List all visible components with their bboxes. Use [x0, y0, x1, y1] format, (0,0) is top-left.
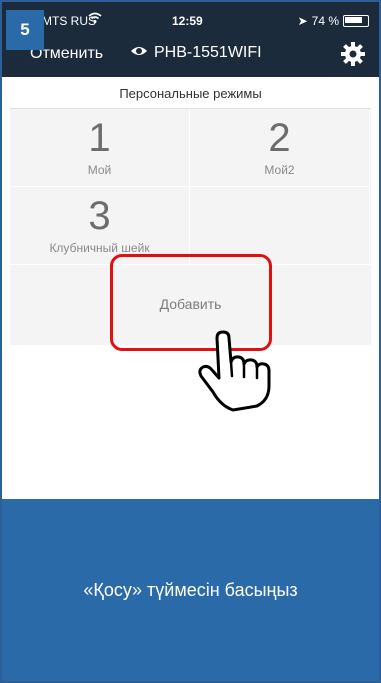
instruction-text: «Қосу» түймесін басыңыз — [83, 579, 298, 600]
app-header: MTS RUS 12:59 ➤ 74 % Отменить PHB-1551WI… — [2, 2, 379, 77]
mode-tile[interactable]: 1 Мой — [10, 109, 190, 187]
device-selector[interactable]: PHB-1551WIFI — [130, 44, 262, 62]
battery-status: ➤ 74 % — [298, 14, 369, 28]
mode-name: Мой — [87, 163, 112, 177]
mode-number: 2 — [268, 116, 291, 160]
battery-icon — [343, 15, 369, 27]
section-title: Персональные режимы — [10, 78, 371, 109]
battery-label: 74 % — [311, 14, 339, 28]
mode-tile[interactable]: 2 Мой2 — [190, 109, 370, 187]
step-badge: 5 — [6, 10, 44, 50]
instruction-banner: «Қосу» түймесін басыңыз — [2, 499, 379, 681]
eye-icon — [130, 44, 148, 62]
mode-number: 1 — [88, 116, 111, 160]
mode-name: Клубничный шейк — [49, 241, 150, 255]
location-arrow-icon: ➤ — [297, 14, 308, 28]
gear-icon[interactable] — [340, 41, 366, 67]
device-name: PHB-1551WIFI — [154, 44, 262, 61]
mode-name: Мой2 — [264, 163, 295, 177]
pointing-hand-icon — [195, 330, 285, 412]
mode-number: 3 — [88, 194, 111, 238]
wifi-icon — [88, 12, 102, 27]
clock: 12:59 — [172, 14, 203, 28]
